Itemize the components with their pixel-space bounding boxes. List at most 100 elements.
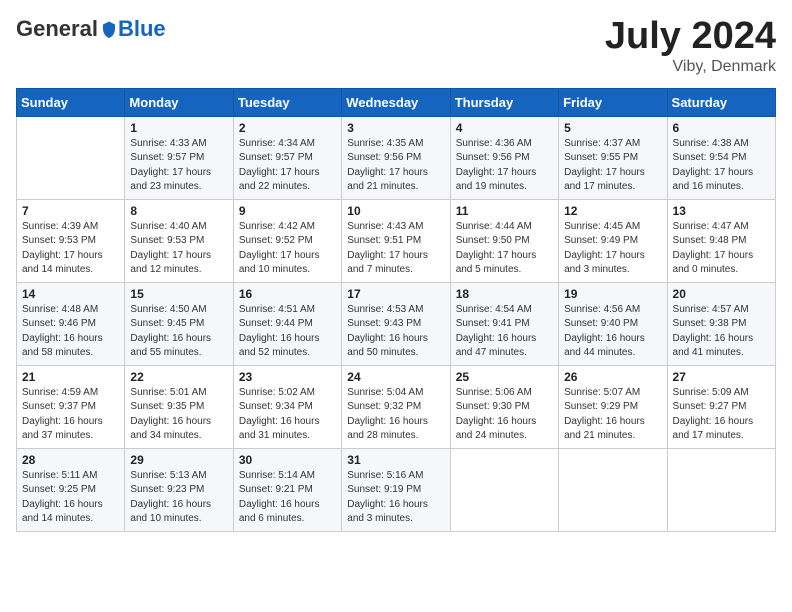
day-info: Sunrise: 4:53 AM Sunset: 9:43 PM Dayligh… xyxy=(347,303,444,361)
day-info: Sunrise: 4:48 AM Sunset: 9:46 PM Dayligh… xyxy=(22,303,119,361)
day-number: 29 xyxy=(130,453,227,467)
day-number: 22 xyxy=(130,370,227,384)
calendar-cell: 9 Sunrise: 4:42 AM Sunset: 9:52 PM Daylig… xyxy=(233,199,341,282)
day-number: 14 xyxy=(22,287,119,301)
day-number: 20 xyxy=(673,287,770,301)
calendar-cell: 15 Sunrise: 4:50 AM Sunset: 9:45 PM Dayli… xyxy=(125,282,233,365)
day-info: Sunrise: 4:56 AM Sunset: 9:40 PM Dayligh… xyxy=(564,303,661,361)
day-info: Sunrise: 5:14 AM Sunset: 9:21 PM Dayligh… xyxy=(239,469,336,527)
day-number: 8 xyxy=(130,204,227,218)
day-number: 15 xyxy=(130,287,227,301)
column-header-friday: Friday xyxy=(559,88,667,116)
day-info: Sunrise: 4:39 AM Sunset: 9:53 PM Dayligh… xyxy=(22,220,119,278)
column-header-thursday: Thursday xyxy=(450,88,558,116)
day-info: Sunrise: 4:37 AM Sunset: 9:55 PM Dayligh… xyxy=(564,137,661,195)
day-number: 7 xyxy=(22,204,119,218)
day-number: 2 xyxy=(239,121,336,135)
calendar-cell: 2 Sunrise: 4:34 AM Sunset: 9:57 PM Daylig… xyxy=(233,116,341,199)
day-number: 23 xyxy=(239,370,336,384)
calendar-cell: 20 Sunrise: 4:57 AM Sunset: 9:38 PM Dayli… xyxy=(667,282,775,365)
day-info: Sunrise: 5:02 AM Sunset: 9:34 PM Dayligh… xyxy=(239,386,336,444)
calendar-cell: 4 Sunrise: 4:36 AM Sunset: 9:56 PM Daylig… xyxy=(450,116,558,199)
logo: General Blue xyxy=(16,16,166,42)
calendar-cell: 18 Sunrise: 4:54 AM Sunset: 9:41 PM Dayli… xyxy=(450,282,558,365)
calendar-cell: 6 Sunrise: 4:38 AM Sunset: 9:54 PM Daylig… xyxy=(667,116,775,199)
calendar-cell: 26Sunrise: 5:07 AM Sunset: 9:29 PM Dayli… xyxy=(559,365,667,448)
day-number: 31 xyxy=(347,453,444,467)
logo-icon xyxy=(100,20,118,38)
calendar-cell: 22 Sunrise: 5:01 AM Sunset: 9:35 PM Dayli… xyxy=(125,365,233,448)
day-info: Sunrise: 4:50 AM Sunset: 9:45 PM Dayligh… xyxy=(130,303,227,361)
calendar-cell: 24 Sunrise: 5:04 AM Sunset: 9:32 PM Dayli… xyxy=(342,365,450,448)
day-info: Sunrise: 4:57 AM Sunset: 9:38 PM Dayligh… xyxy=(673,303,770,361)
calendar-cell: 31 Sunrise: 5:16 AM Sunset: 9:19 PM Dayli… xyxy=(342,448,450,531)
calendar-cell: 28 Sunrise: 5:11 AM Sunset: 9:25 PM Dayli… xyxy=(17,448,125,531)
day-info: Sunrise: 5:01 AM Sunset: 9:35 PM Dayligh… xyxy=(130,386,227,444)
day-info: Sunrise: 4:38 AM Sunset: 9:54 PM Dayligh… xyxy=(673,137,770,195)
day-number: 16 xyxy=(239,287,336,301)
day-info: Sunrise: 4:45 AM Sunset: 9:49 PM Dayligh… xyxy=(564,220,661,278)
day-info: Sunrise: 4:35 AM Sunset: 9:56 PM Dayligh… xyxy=(347,137,444,195)
day-number: 30 xyxy=(239,453,336,467)
logo-general-text: General xyxy=(16,16,98,42)
day-info: Sunrise: 4:43 AM Sunset: 9:51 PM Dayligh… xyxy=(347,220,444,278)
calendar-cell: 12 Sunrise: 4:45 AM Sunset: 9:49 PM Dayli… xyxy=(559,199,667,282)
calendar-cell: 23 Sunrise: 5:02 AM Sunset: 9:34 PM Dayli… xyxy=(233,365,341,448)
title-block: July 2024 Viby, Denmark xyxy=(605,16,776,76)
month-year-title: July 2024 xyxy=(605,16,776,58)
calendar-week-row: 28 Sunrise: 5:11 AM Sunset: 9:25 PM Dayli… xyxy=(17,448,776,531)
calendar-cell: 13 Sunrise: 4:47 AM Sunset: 9:48 PM Dayli… xyxy=(667,199,775,282)
day-number: 17 xyxy=(347,287,444,301)
day-number: 10 xyxy=(347,204,444,218)
day-info: Sunrise: 4:54 AM Sunset: 9:41 PM Dayligh… xyxy=(456,303,553,361)
day-info: Sunrise: 5:11 AM Sunset: 9:25 PM Dayligh… xyxy=(22,469,119,527)
column-header-wednesday: Wednesday xyxy=(342,88,450,116)
column-header-sunday: Sunday xyxy=(17,88,125,116)
day-number: 28 xyxy=(22,453,119,467)
day-info: Sunrise: 5:09 AM Sunset: 9:27 PM Dayligh… xyxy=(673,386,770,444)
column-header-saturday: Saturday xyxy=(667,88,775,116)
day-number: 9 xyxy=(239,204,336,218)
day-info: Sunrise: 4:42 AM Sunset: 9:52 PM Dayligh… xyxy=(239,220,336,278)
calendar-cell: 5Sunrise: 4:37 AM Sunset: 9:55 PM Daylig… xyxy=(559,116,667,199)
calendar-week-row: 21 Sunrise: 4:59 AM Sunset: 9:37 PM Dayli… xyxy=(17,365,776,448)
calendar-cell: 10 Sunrise: 4:43 AM Sunset: 9:51 PM Dayli… xyxy=(342,199,450,282)
page-header: General Blue July 2024 Viby, Denmark xyxy=(16,16,776,76)
calendar-cell: 1Sunrise: 4:33 AM Sunset: 9:57 PM Daylig… xyxy=(125,116,233,199)
calendar-cell: 29 Sunrise: 5:13 AM Sunset: 9:23 PM Dayli… xyxy=(125,448,233,531)
day-number: 21 xyxy=(22,370,119,384)
day-info: Sunrise: 4:44 AM Sunset: 9:50 PM Dayligh… xyxy=(456,220,553,278)
calendar-cell xyxy=(667,448,775,531)
day-info: Sunrise: 5:16 AM Sunset: 9:19 PM Dayligh… xyxy=(347,469,444,527)
calendar-week-row: 7 Sunrise: 4:39 AM Sunset: 9:53 PM Daylig… xyxy=(17,199,776,282)
day-info: Sunrise: 5:07 AM Sunset: 9:29 PM Dayligh… xyxy=(564,386,661,444)
day-number: 27 xyxy=(673,370,770,384)
calendar-cell: 21 Sunrise: 4:59 AM Sunset: 9:37 PM Dayli… xyxy=(17,365,125,448)
day-info: Sunrise: 4:51 AM Sunset: 9:44 PM Dayligh… xyxy=(239,303,336,361)
calendar-cell: 8 Sunrise: 4:40 AM Sunset: 9:53 PM Daylig… xyxy=(125,199,233,282)
day-number: 25 xyxy=(456,370,553,384)
calendar-cell: 16 Sunrise: 4:51 AM Sunset: 9:44 PM Dayli… xyxy=(233,282,341,365)
calendar-cell: 7 Sunrise: 4:39 AM Sunset: 9:53 PM Daylig… xyxy=(17,199,125,282)
calendar-cell xyxy=(559,448,667,531)
calendar-table: SundayMondayTuesdayWednesdayThursdayFrid… xyxy=(16,88,776,532)
day-info: Sunrise: 4:40 AM Sunset: 9:53 PM Dayligh… xyxy=(130,220,227,278)
day-number: 11 xyxy=(456,204,553,218)
day-info: Sunrise: 5:13 AM Sunset: 9:23 PM Dayligh… xyxy=(130,469,227,527)
day-number: 12 xyxy=(564,204,661,218)
calendar-week-row: 1Sunrise: 4:33 AM Sunset: 9:57 PM Daylig… xyxy=(17,116,776,199)
day-info: Sunrise: 4:47 AM Sunset: 9:48 PM Dayligh… xyxy=(673,220,770,278)
day-number: 18 xyxy=(456,287,553,301)
day-number: 24 xyxy=(347,370,444,384)
calendar-cell: 25Sunrise: 5:06 AM Sunset: 9:30 PM Dayli… xyxy=(450,365,558,448)
day-info: Sunrise: 5:04 AM Sunset: 9:32 PM Dayligh… xyxy=(347,386,444,444)
day-number: 6 xyxy=(673,121,770,135)
day-info: Sunrise: 4:59 AM Sunset: 9:37 PM Dayligh… xyxy=(22,386,119,444)
calendar-cell: 19 Sunrise: 4:56 AM Sunset: 9:40 PM Dayli… xyxy=(559,282,667,365)
day-number: 13 xyxy=(673,204,770,218)
day-info: Sunrise: 4:34 AM Sunset: 9:57 PM Dayligh… xyxy=(239,137,336,195)
day-number: 19 xyxy=(564,287,661,301)
day-number: 4 xyxy=(456,121,553,135)
day-info: Sunrise: 4:36 AM Sunset: 9:56 PM Dayligh… xyxy=(456,137,553,195)
logo-blue-text: Blue xyxy=(118,16,166,42)
